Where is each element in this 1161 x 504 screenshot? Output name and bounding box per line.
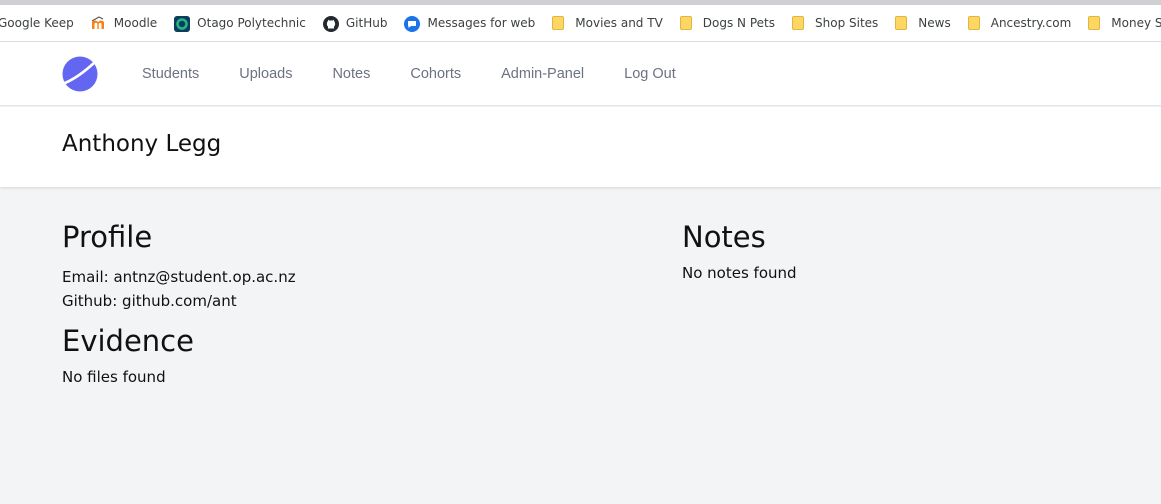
left-column: Profile Email: antnz@student.op.ac.nz Gi…: [62, 218, 622, 389]
otago-polytechnic-icon: [174, 16, 191, 32]
notes-list: No notes found: [682, 261, 1122, 285]
bookmark-folder-ancestry[interactable]: Ancestry.com: [967, 5, 1072, 41]
bookmark-folder-news[interactable]: News: [895, 5, 951, 41]
bookmark-google-keep[interactable]: Google Keep: [0, 5, 74, 41]
profile-github-row: Github: github.com/ant: [62, 289, 622, 313]
bookmarks-bar: Google Keep Moodle Otago Polytechnic Git…: [0, 5, 1161, 42]
bookmark-folder-shop-sites[interactable]: Shop Sites: [792, 5, 879, 41]
folder-icon: [679, 16, 692, 30]
nav-link-log-out[interactable]: Log Out: [624, 66, 676, 82]
github-icon: [322, 16, 339, 32]
folder-icon: [552, 16, 565, 30]
moodle-icon: [91, 16, 105, 30]
email-value: antnz@student.op.ac.nz: [113, 268, 296, 286]
email-label: Email:: [62, 268, 109, 286]
bookmark-label: Google Keep: [0, 16, 74, 30]
bookmark-label: Dogs N Pets: [702, 16, 775, 30]
evidence-list: No files found: [62, 365, 622, 389]
nav-link-cohorts[interactable]: Cohorts: [410, 66, 461, 82]
nav-link-notes[interactable]: Notes: [332, 66, 370, 82]
bookmark-label: Otago Polytechnic: [197, 16, 306, 30]
evidence-heading: Evidence: [62, 324, 194, 358]
nav-link-uploads[interactable]: Uploads: [239, 66, 292, 82]
nav-link-students[interactable]: Students: [142, 66, 199, 82]
bookmark-label: Moodle: [113, 16, 158, 30]
bookmark-folder-money-sites[interactable]: Money Sites: [1088, 5, 1161, 41]
profile-email-row: Email: antnz@student.op.ac.nz: [62, 265, 622, 289]
bookmark-folder-movies-and-tv[interactable]: Movies and TV: [552, 5, 663, 41]
bookmark-otago-polytechnic[interactable]: Otago Polytechnic: [174, 5, 306, 41]
page-title: Anthony Legg: [62, 131, 222, 157]
folder-icon: [1088, 16, 1101, 30]
messages-icon: [404, 16, 421, 32]
github-label: Github:: [62, 292, 118, 310]
app-logo[interactable]: [62, 56, 98, 92]
nav-links: Students Uploads Notes Cohorts Admin-Pan…: [142, 42, 716, 106]
folder-icon: [792, 16, 804, 30]
bookmark-label: Ancestry.com: [990, 16, 1072, 30]
profile-details: Email: antnz@student.op.ac.nz Github: gi…: [62, 265, 622, 313]
notes-empty-text: No notes found: [682, 264, 797, 282]
bookmark-label: Messages for web: [427, 16, 536, 30]
app-navbar: Students Uploads Notes Cohorts Admin-Pan…: [0, 42, 1161, 106]
bookmark-folder-dogs-n-pets[interactable]: Dogs N Pets: [679, 5, 775, 41]
folder-icon: [967, 16, 980, 30]
nav-link-admin-panel[interactable]: Admin-Panel: [501, 66, 584, 82]
bookmark-label: Shop Sites: [815, 16, 879, 30]
bookmark-label: Money Sites: [1111, 16, 1161, 30]
profile-heading: Profile: [62, 220, 153, 254]
logo-icon: [62, 56, 98, 92]
folder-icon: [895, 16, 908, 30]
bookmark-label: GitHub: [345, 16, 388, 30]
bookmark-moodle[interactable]: Moodle: [91, 5, 158, 41]
right-column: Notes No notes found: [682, 218, 1122, 285]
bookmark-label: News: [918, 16, 951, 30]
page-header: Anthony Legg: [0, 107, 1161, 187]
notes-heading: Notes: [682, 220, 766, 254]
bookmark-messages-for-web[interactable]: Messages for web: [404, 5, 536, 41]
bookmark-github[interactable]: GitHub: [322, 5, 388, 41]
bookmark-label: Movies and TV: [575, 16, 663, 30]
evidence-empty-text: No files found: [62, 368, 166, 386]
github-value: github.com/ant: [122, 292, 237, 310]
